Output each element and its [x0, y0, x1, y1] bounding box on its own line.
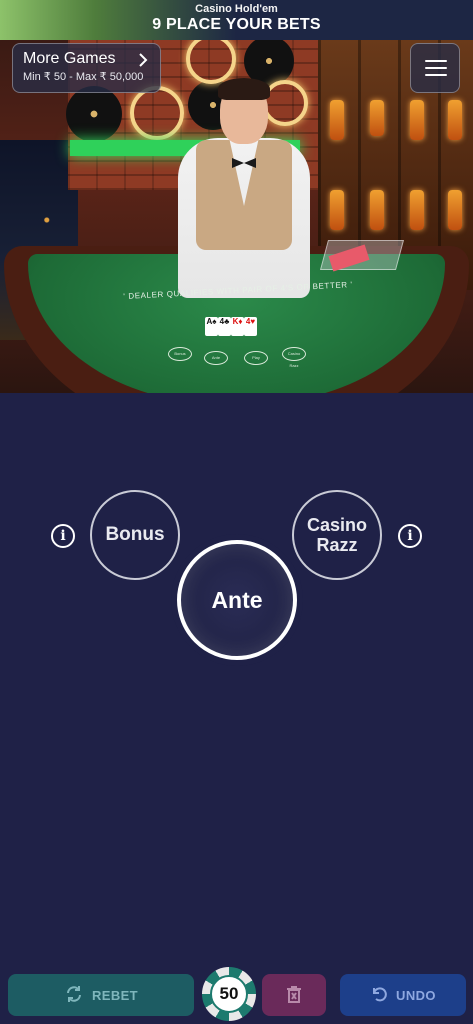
bottle	[330, 100, 344, 140]
game-title: Casino Hold'em	[195, 3, 278, 15]
refresh-icon	[64, 984, 84, 1007]
felt-spot-play: Play	[244, 351, 268, 365]
bottle	[370, 190, 384, 230]
clear-bets-button[interactable]	[262, 974, 326, 1016]
felt-spot-razz: Casino Razz	[282, 347, 306, 368]
community-card: 4♥	[244, 317, 257, 336]
hamburger-menu-icon	[425, 74, 447, 76]
vinyl-record	[66, 86, 122, 142]
top-banner: Casino Hold'em 9 PLACE YOUR BETS	[0, 0, 473, 40]
undo-label: UNDO	[396, 987, 436, 1003]
chip-value: 50	[210, 975, 248, 1013]
bottle	[330, 190, 344, 230]
bottle	[410, 100, 424, 140]
bottle	[448, 100, 462, 140]
chevron-right-icon	[138, 52, 148, 73]
rebet-button[interactable]: REBET	[8, 974, 194, 1016]
felt-spot-ante: Ante	[204, 351, 228, 365]
bottle	[370, 100, 384, 136]
rebet-label: REBET	[91, 987, 139, 1003]
bonus-bet-label: Bonus	[105, 524, 165, 545]
bonus-info-icon[interactable]: i	[51, 524, 75, 548]
menu-button[interactable]	[410, 43, 460, 93]
more-games-button[interactable]: More Games Min ₹ 50 - Max ₹ 50,000	[12, 43, 161, 93]
undo-button[interactable]: UNDO	[340, 974, 466, 1016]
trash-icon	[286, 985, 302, 1006]
felt-spot-bonus: Bonus	[168, 347, 192, 361]
bottle	[410, 190, 424, 230]
community-card: A♠	[205, 317, 218, 336]
casino-razz-bet-spot[interactable]: Casino Razz	[292, 490, 382, 580]
community-card: 4♣	[218, 317, 231, 336]
undo-icon	[370, 985, 388, 1006]
ante-bet-spot[interactable]: Ante	[177, 540, 297, 660]
ring-light	[130, 86, 184, 140]
dealer-hair	[218, 78, 270, 100]
casino-razz-bet-label: Casino Razz	[307, 515, 368, 555]
community-card: K♦	[231, 317, 244, 336]
bottle	[448, 190, 462, 230]
chip-selector[interactable]: 50	[202, 967, 256, 1021]
bet-limits: Min ₹ 50 - Max ₹ 50,000	[23, 71, 144, 83]
casino-razz-info-icon[interactable]: i	[398, 524, 422, 548]
ante-bet-label: Ante	[211, 586, 263, 613]
hamburger-menu-icon	[425, 67, 447, 69]
bonus-bet-spot[interactable]: Bonus	[90, 490, 180, 580]
more-games-label: More Games	[23, 50, 116, 67]
hamburger-menu-icon	[425, 60, 447, 62]
bet-status: 9 PLACE YOUR BETS	[152, 16, 321, 33]
